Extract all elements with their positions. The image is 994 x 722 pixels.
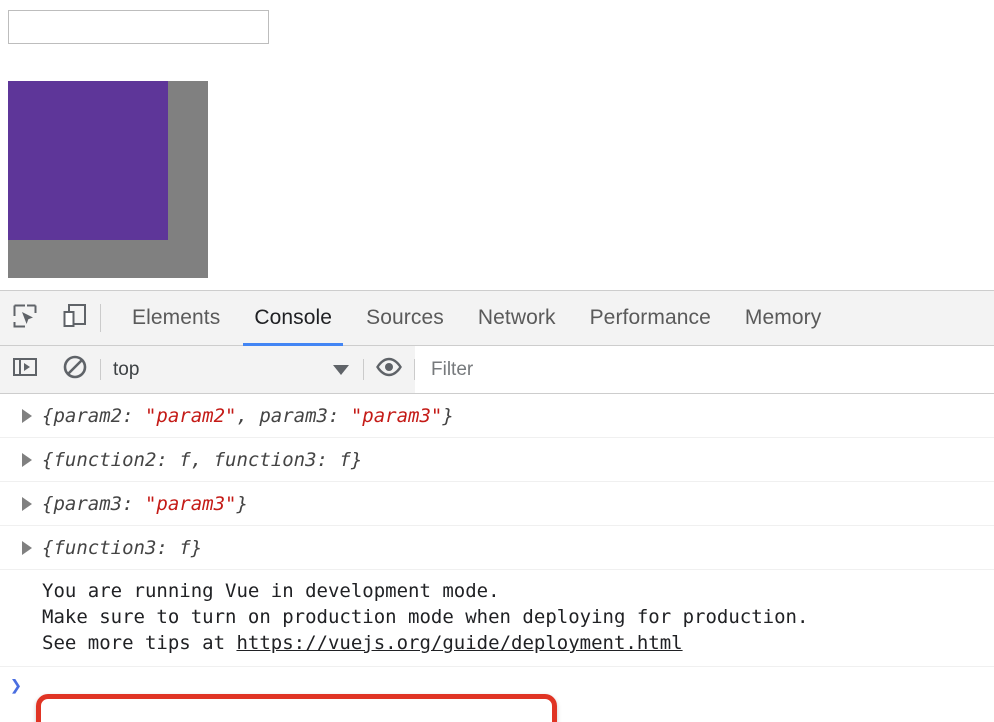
text-input[interactable] bbox=[8, 10, 269, 44]
expand-triangle-icon[interactable] bbox=[22, 540, 32, 555]
console-object-preview: {function2: f, function3: f} bbox=[42, 448, 363, 471]
prompt-chevron-icon: ❯ bbox=[10, 673, 23, 697]
vue-message-line-1: You are running Vue in development mode. bbox=[42, 580, 500, 602]
console-message-row[interactable]: {param2: "param2", param3: "param3"} bbox=[0, 394, 994, 438]
devtools-tab-list: Elements Console Sources Network Perform… bbox=[115, 291, 838, 346]
web-page-viewport bbox=[0, 0, 994, 290]
tab-elements[interactable]: Elements bbox=[115, 291, 237, 345]
console-sidebar-toggle-button[interactable] bbox=[0, 346, 50, 393]
tab-sources[interactable]: Sources bbox=[349, 291, 461, 345]
console-toolbar: top bbox=[0, 346, 994, 394]
console-message-list: {param2: "param2", param3: "param3"} {fu… bbox=[0, 394, 994, 703]
inner-purple-box bbox=[8, 81, 168, 240]
outer-gray-box bbox=[8, 81, 208, 278]
tab-memory[interactable]: Memory bbox=[728, 291, 838, 345]
console-message-row[interactable]: {function2: f, function3: f} bbox=[0, 438, 994, 482]
devtools-panel: Elements Console Sources Network Perform… bbox=[0, 290, 994, 722]
vue-message-line-2: Make sure to turn on production mode whe… bbox=[42, 606, 809, 628]
browser-window: Elements Console Sources Network Perform… bbox=[0, 0, 994, 722]
expand-triangle-icon[interactable] bbox=[22, 408, 32, 423]
chevron-down-icon bbox=[333, 364, 349, 375]
vue-deployment-link[interactable]: https://vuejs.org/guide/deployment.html bbox=[236, 632, 682, 654]
devtools-tabstrip: Elements Console Sources Network Perform… bbox=[0, 291, 994, 346]
clear-console-icon bbox=[62, 354, 88, 385]
expand-triangle-icon[interactable] bbox=[22, 496, 32, 511]
console-sidebar-toggle-icon bbox=[12, 354, 38, 385]
toolbar-divider bbox=[100, 304, 101, 332]
filter-input[interactable] bbox=[415, 346, 994, 393]
console-prompt-row[interactable]: ❯ bbox=[0, 667, 994, 703]
tab-console[interactable]: Console bbox=[237, 291, 349, 346]
device-toolbar-button[interactable] bbox=[50, 291, 100, 345]
execution-context-label: top bbox=[113, 358, 140, 380]
device-toolbar-icon bbox=[62, 303, 88, 334]
execution-context-selector[interactable]: top bbox=[101, 346, 363, 393]
clear-console-button[interactable] bbox=[50, 346, 100, 393]
tab-network[interactable]: Network bbox=[461, 291, 573, 345]
inspect-element-icon bbox=[12, 303, 38, 334]
console-message-row[interactable]: {param3: "param3"} bbox=[0, 482, 994, 526]
console-message-row[interactable]: {function3: f} bbox=[0, 526, 994, 570]
expand-triangle-icon[interactable] bbox=[22, 452, 32, 467]
console-object-preview: {param3: "param3"} bbox=[42, 492, 248, 515]
live-expression-eye-icon bbox=[375, 357, 403, 382]
vue-message-line-3-prefix: See more tips at bbox=[42, 632, 237, 654]
console-object-preview: {param2: "param2", param3: "param3"} bbox=[42, 404, 454, 427]
inspect-element-button[interactable] bbox=[0, 291, 50, 345]
vue-development-mode-message: You are running Vue in development mode.… bbox=[0, 570, 994, 667]
console-object-preview: {function3: f} bbox=[42, 536, 203, 559]
live-expression-button[interactable] bbox=[364, 346, 414, 393]
tab-performance[interactable]: Performance bbox=[573, 291, 728, 345]
